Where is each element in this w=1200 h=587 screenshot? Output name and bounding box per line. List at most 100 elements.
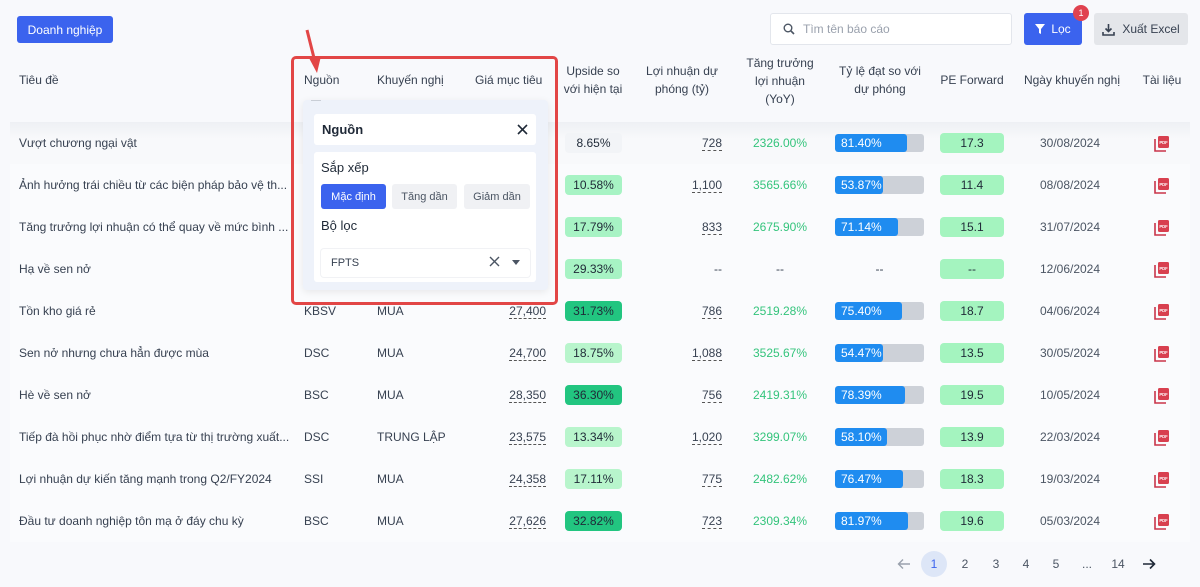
source-filter-select[interactable]: FPTS xyxy=(321,249,530,277)
report-title[interactable]: Sen nở nhưng chưa hẳn được mùa xyxy=(19,332,294,374)
pdf-icon[interactable]: PDF xyxy=(1154,345,1170,362)
column-header-profit[interactable]: Lợi nhuận dự phóng (tỷ) xyxy=(640,62,724,98)
page-button[interactable]: 2 xyxy=(952,551,978,577)
report-title[interactable]: Hè về sen nở xyxy=(19,374,294,416)
forecast-profit[interactable]: 1,100 xyxy=(691,178,722,193)
table-row[interactable]: Tiếp đà hồi phục nhờ điểm tựa từ thị trư… xyxy=(0,416,1200,458)
page-button[interactable]: 5 xyxy=(1043,551,1069,577)
pdf-icon[interactable]: PDF xyxy=(1154,429,1170,446)
clear-icon[interactable] xyxy=(489,256,500,267)
pdf-icon[interactable]: PDF xyxy=(1154,303,1170,320)
export-excel-button[interactable]: Xuất Excel xyxy=(1094,13,1188,45)
forecast-profit[interactable]: 786 xyxy=(701,304,722,319)
target-price[interactable]: 27,626 xyxy=(509,514,546,529)
column-header-growth[interactable]: Tăng trưởng lợi nhuận (YoY) xyxy=(738,54,822,108)
target-price[interactable]: 27,400 xyxy=(509,304,546,319)
close-icon[interactable] xyxy=(517,124,528,135)
report-title[interactable]: Đầu tư doanh nghiệp tôn mạ ở đáy chu kỳ xyxy=(19,500,294,542)
forecast-profit-cell: 775 xyxy=(640,458,722,500)
pdf-download[interactable]: PDF xyxy=(1152,164,1172,206)
chevron-down-icon[interactable] xyxy=(512,260,520,265)
pdf-download[interactable]: PDF xyxy=(1152,248,1172,290)
search-box[interactable] xyxy=(770,13,1012,45)
pdf-download[interactable]: PDF xyxy=(1152,374,1172,416)
search-input[interactable] xyxy=(803,22,983,36)
pdf-download[interactable]: PDF xyxy=(1152,332,1172,374)
column-header-title[interactable]: Tiêu đề xyxy=(19,71,59,89)
upside-badge: 8.65% xyxy=(565,133,622,153)
pe-forward: 13.5 xyxy=(940,343,1004,363)
pdf-download[interactable]: PDF xyxy=(1152,500,1172,542)
forecast-profit[interactable]: 775 xyxy=(701,472,722,487)
table-row[interactable]: Vượt chương ngại vật 8.65% 728 2326.00% 81.4… xyxy=(0,122,1200,164)
pe-forward-cell: -- xyxy=(940,248,1004,290)
table-row[interactable]: Hạ về sen nở 29.33% -- -- -- -- 12/06/2024 PDF xyxy=(0,248,1200,290)
report-title[interactable]: Vượt chương ngại vật xyxy=(19,122,294,164)
column-header-date[interactable]: Ngày khuyến nghị xyxy=(1022,71,1122,89)
column-header-upside[interactable]: Upside so với hiện tại xyxy=(557,62,629,98)
pdf-icon[interactable]: PDF xyxy=(1154,219,1170,236)
pdf-download[interactable]: PDF xyxy=(1152,122,1172,164)
pdf-download[interactable]: PDF xyxy=(1152,290,1172,332)
report-title[interactable]: Hạ về sen nở xyxy=(19,248,294,290)
table-row[interactable]: Đầu tư doanh nghiệp tôn mạ ở đáy chu kỳ B… xyxy=(0,500,1200,542)
upside-cell: 10.58% xyxy=(565,164,622,206)
column-header-ratio[interactable]: Tỷ lệ đạt so với dự phóng xyxy=(826,62,934,98)
sort-descending-button[interactable]: Giảm dần xyxy=(464,184,530,209)
report-title[interactable]: Tồn kho giá rẻ xyxy=(19,290,294,332)
pdf-icon[interactable]: PDF xyxy=(1154,135,1170,152)
forecast-profit[interactable]: 723 xyxy=(701,514,722,529)
page-button[interactable]: 1 xyxy=(921,551,947,577)
forecast-profit[interactable]: 728 xyxy=(701,136,722,151)
recommendation: MUA xyxy=(377,388,404,402)
target-price[interactable]: 23,575 xyxy=(509,430,546,445)
pdf-icon[interactable]: PDF xyxy=(1154,471,1170,488)
forecast-profit-cell: 756 xyxy=(640,374,722,416)
page-button[interactable]: 3 xyxy=(983,551,1009,577)
forecast-profit[interactable]: 1,088 xyxy=(691,346,722,361)
target-price[interactable]: 24,358 xyxy=(509,472,546,487)
report-title[interactable]: Tiếp đà hồi phục nhờ điểm tựa từ thị trư… xyxy=(19,416,294,458)
table-row[interactable]: Sen nở nhưng chưa hẳn được mùa DSC MUA 24,7… xyxy=(0,332,1200,374)
pdf-download[interactable]: PDF xyxy=(1152,206,1172,248)
table-row[interactable]: Ảnh hưởng trái chiều từ các biện pháp bả… xyxy=(0,164,1200,206)
pdf-icon[interactable]: PDF xyxy=(1154,387,1170,404)
table-row[interactable]: Lợi nhuận dự kiến tăng mạnh trong Q2/FY2… xyxy=(0,458,1200,500)
next-page-icon[interactable] xyxy=(1142,558,1156,570)
report-title[interactable]: Lợi nhuận dự kiến tăng mạnh trong Q2/FY2… xyxy=(19,458,294,500)
annotation-arrow-icon xyxy=(305,29,321,73)
previous-page-icon[interactable] xyxy=(897,558,911,570)
achievement-ratio: 71.14% xyxy=(841,220,882,234)
achievement-ratio-cell: -- xyxy=(835,248,924,290)
forecast-profit[interactable]: 833 xyxy=(701,220,722,235)
pagination-ellipsis: ... xyxy=(1081,557,1092,571)
page-button[interactable]: 4 xyxy=(1013,551,1039,577)
pe-forward: -- xyxy=(940,259,1004,279)
table-row[interactable]: Tồn kho giá rẻ KBSV MUA 27,400 31.73% 786 2519… xyxy=(0,290,1200,332)
table-row[interactable]: Hè về sen nở BSC MUA 28,350 36.30% 756 2419.31… xyxy=(0,374,1200,416)
pe-forward-cell: 18.3 xyxy=(940,458,1004,500)
target-price[interactable]: 24,700 xyxy=(509,346,546,361)
pdf-icon[interactable]: PDF xyxy=(1154,513,1170,530)
report-title[interactable]: Tăng trưởng lợi nhuận có thể quay về mức… xyxy=(19,206,294,248)
pdf-icon[interactable]: PDF xyxy=(1154,261,1170,278)
pdf-download[interactable]: PDF xyxy=(1152,458,1172,500)
sort-default-button[interactable]: Mặc định xyxy=(321,184,386,209)
pdf-icon[interactable]: PDF xyxy=(1154,177,1170,194)
column-header-recommendation[interactable]: Khuyến nghị xyxy=(377,71,444,89)
column-header-ratio-line2: dự phóng xyxy=(854,82,906,96)
export-excel-label: Xuất Excel xyxy=(1122,22,1180,36)
target-price[interactable]: 28,350 xyxy=(509,388,546,403)
column-header-target-price[interactable]: Giá mục tiêu xyxy=(475,71,542,89)
table-row[interactable]: Tăng trưởng lợi nhuận có thể quay về mức… xyxy=(0,206,1200,248)
pdf-download[interactable]: PDF xyxy=(1152,416,1172,458)
company-filter-button[interactable]: Doanh nghiệp xyxy=(17,16,113,43)
achievement-ratio-cell: 58.10% xyxy=(835,416,924,458)
forecast-profit[interactable]: 756 xyxy=(701,388,722,403)
page-button[interactable]: 14 xyxy=(1105,551,1131,577)
report-title[interactable]: Ảnh hưởng trái chiều từ các biện pháp bả… xyxy=(19,164,294,206)
column-header-pe[interactable]: PE Forward xyxy=(940,71,1004,89)
sort-ascending-button[interactable]: Tăng dần xyxy=(392,184,457,209)
forecast-profit[interactable]: 1,020 xyxy=(691,430,722,445)
filter-button[interactable]: Lọc xyxy=(1024,13,1082,45)
